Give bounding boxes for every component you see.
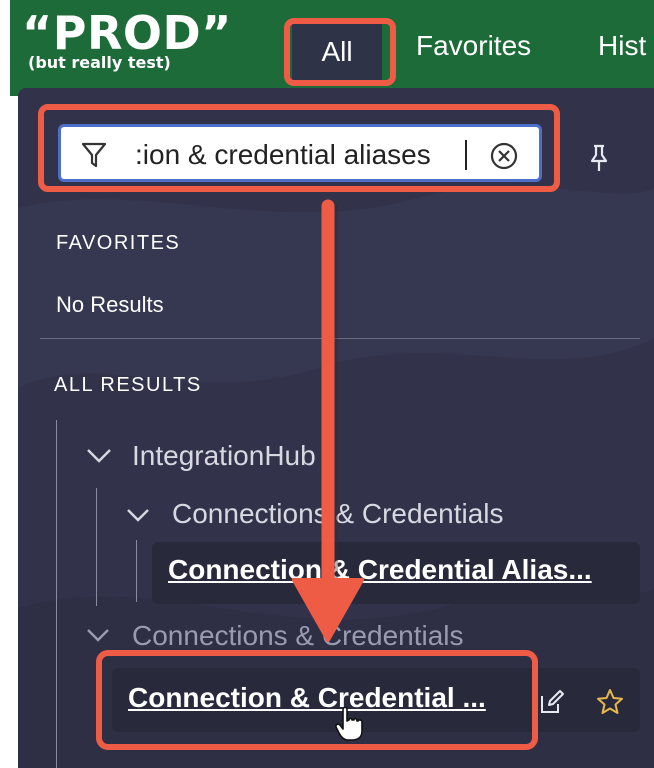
logo-title: “PROD” [22,6,232,60]
tree-guide-line [56,420,57,768]
star-icon[interactable] [596,688,624,716]
chevron-down-icon[interactable] [86,628,110,644]
tree-item-connections-credentials-2[interactable]: Connections & Credentials [132,620,464,652]
highlight-box-tab-all [284,18,396,86]
pointer-hand-icon [335,706,363,741]
chevron-down-icon[interactable] [126,508,150,524]
chevron-down-icon[interactable] [86,448,112,464]
section-divider [40,338,640,339]
highlight-box-search [38,104,560,192]
favorites-no-results: No Results [56,292,164,317]
result-link-credential-aliases-1[interactable]: Connection & Credential Alias... [152,542,640,604]
result-link-label: Connection & Credential Alias... [168,554,592,585]
tree-item-integrationhub[interactable]: IntegrationHub [132,440,316,472]
favorites-heading: FAVORITES [56,232,181,254]
tree-guide-line [136,540,137,602]
tree-item-connections-credentials[interactable]: Connections & Credentials [172,498,504,530]
environment-logo: “PROD” (but really test) [22,8,232,72]
tab-favorites[interactable]: Favorites [416,30,531,62]
edit-icon[interactable] [538,688,566,716]
highlight-box-result [96,650,538,750]
pin-icon[interactable] [588,143,610,173]
all-results-heading: ALL RESULTS [54,374,202,396]
tab-history[interactable]: Hist [598,30,646,62]
tree-guide-line [96,488,97,606]
